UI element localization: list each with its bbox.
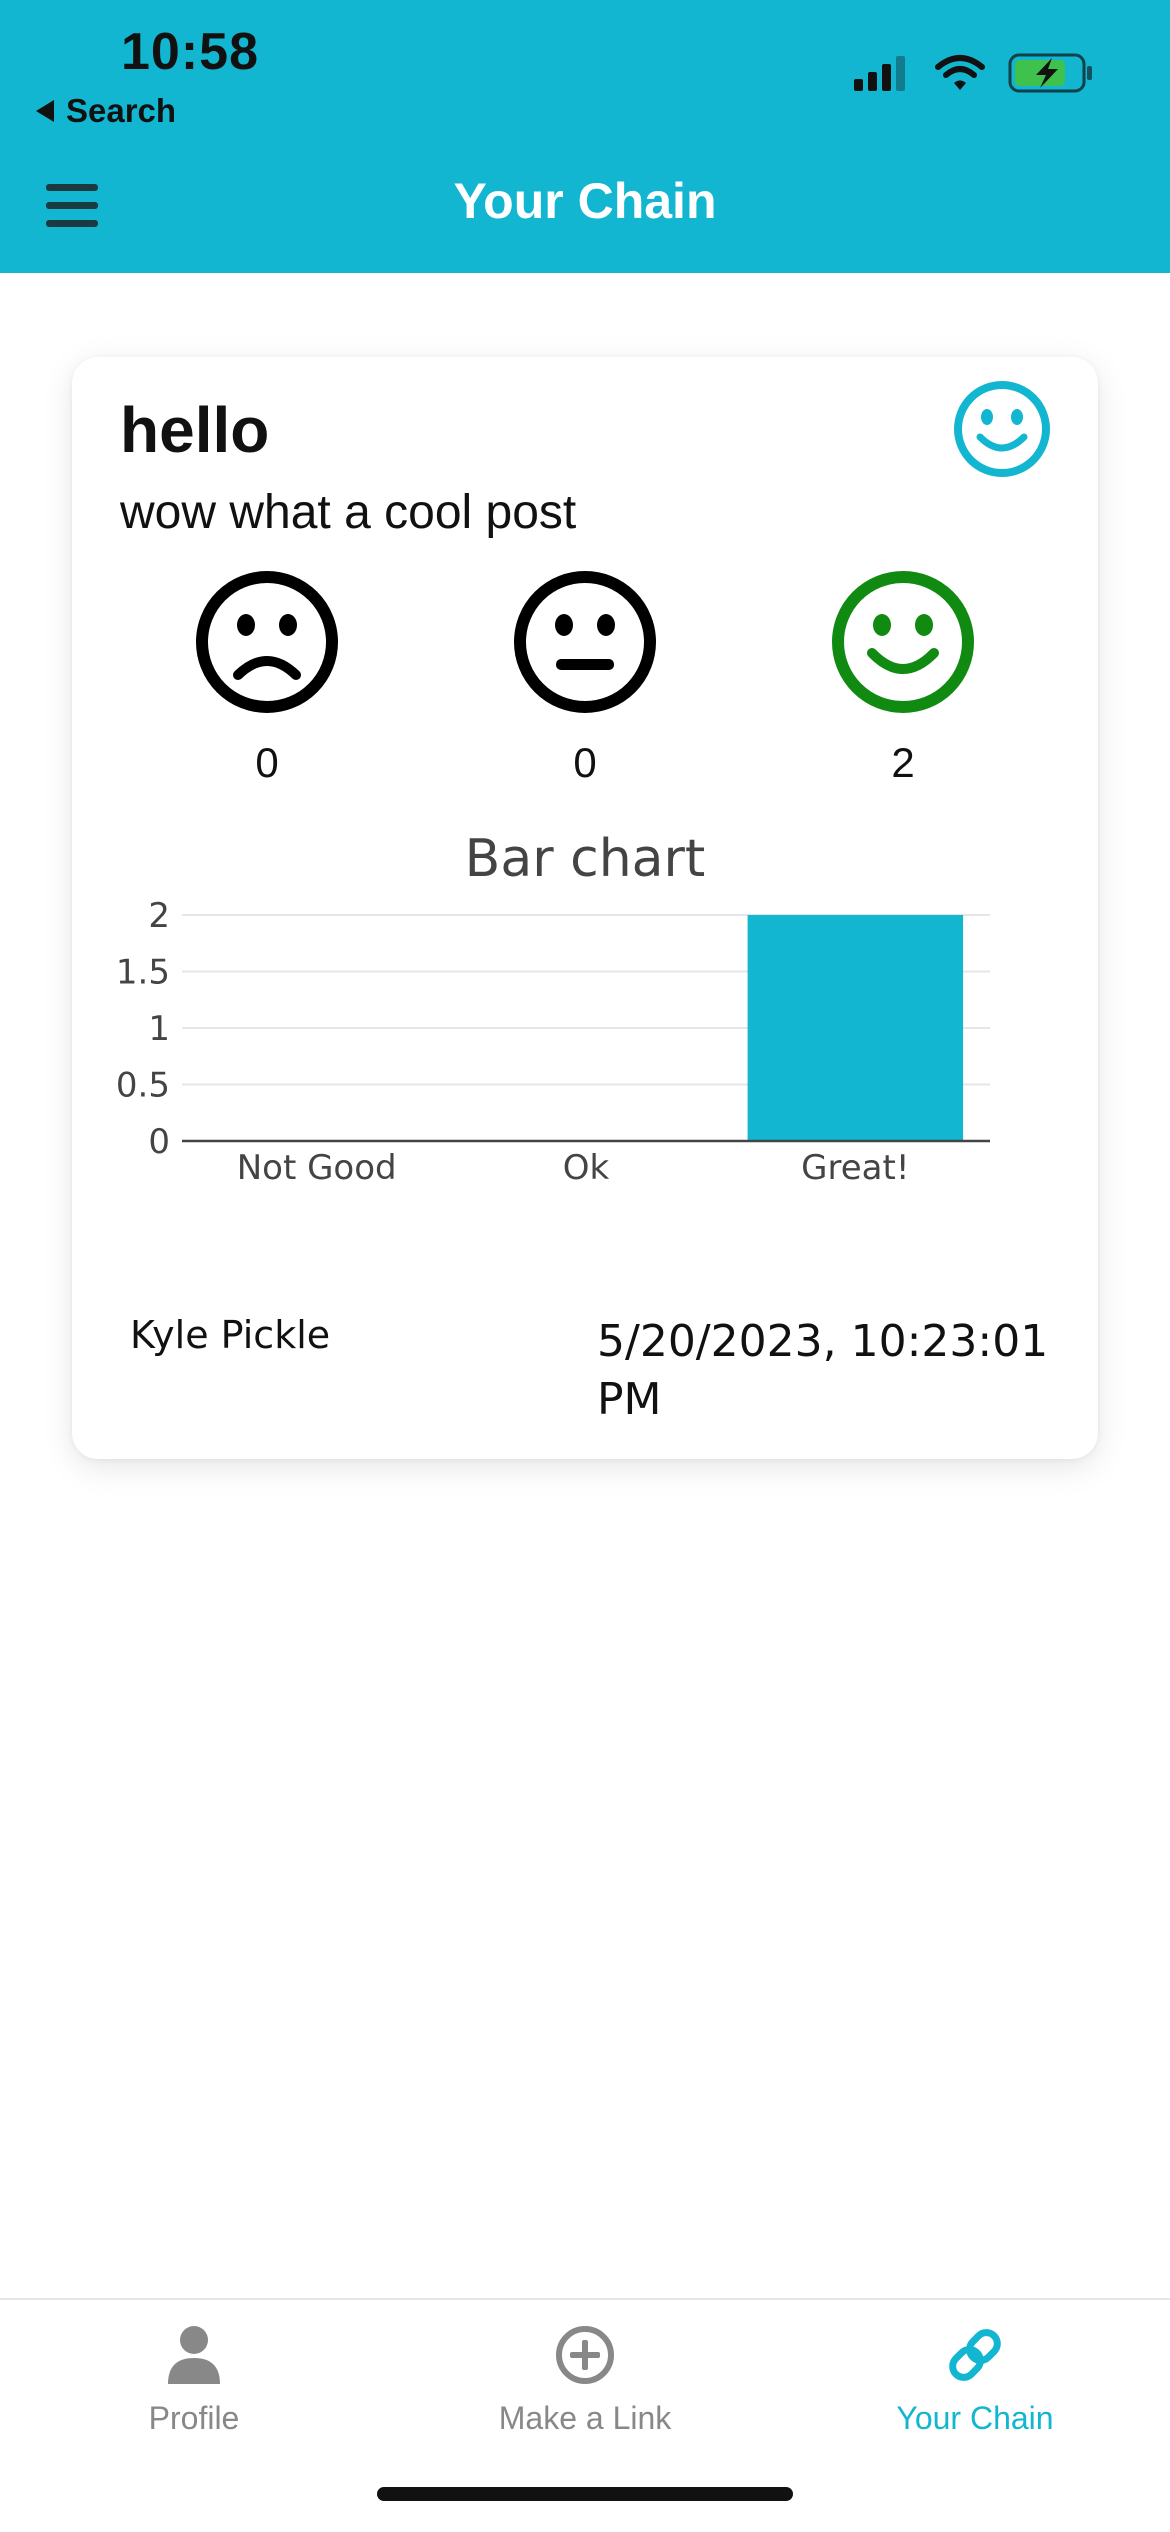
tab-label: Profile <box>148 2400 240 2436</box>
y-tick-label: 2 <box>148 896 170 936</box>
x-tick-label: Not Good <box>237 1148 397 1188</box>
wifi-icon <box>935 55 985 90</box>
y-tick-label: 1.5 <box>116 953 170 993</box>
mood-great[interactable]: 2 <box>828 569 978 787</box>
status-time: 10:58 <box>121 23 259 81</box>
y-tick-label: 0.5 <box>116 1066 170 1106</box>
post-title: hello <box>120 394 270 466</box>
plus-circle-icon <box>556 2326 614 2384</box>
post-timestamp: 5/20/2023, 10:23:01 PM <box>597 1316 1049 1425</box>
post-author: Kyle Pickle <box>130 1313 331 1357</box>
page-title: Your Chain <box>453 173 717 229</box>
post-body: wow what a cool post <box>120 486 577 539</box>
tab-make-a-link[interactable]: Make a Link <box>435 2324 735 2437</box>
chart-bar <box>747 915 964 1141</box>
frown-face-icon <box>196 571 338 713</box>
tab-your-chain[interactable]: Your Chain <box>825 2324 1125 2437</box>
link-icon <box>949 2329 1001 2381</box>
back-triangle-icon <box>36 100 54 122</box>
status-icons <box>852 52 1094 94</box>
bar-chart: Bar chart 0 0.5 1 1.5 2 Not Good Ok Great! <box>72 817 1098 1247</box>
battery-charging-icon <box>1008 53 1092 93</box>
x-tick-label: Ok <box>563 1148 610 1188</box>
smile-icon <box>954 381 1050 477</box>
person-icon <box>168 2326 220 2384</box>
mood-count: 0 <box>573 739 597 786</box>
mood-ok[interactable]: 0 <box>510 569 660 787</box>
mood-count: 0 <box>255 739 279 786</box>
cellular-signal-icon <box>854 56 905 91</box>
mood-count: 2 <box>891 739 915 786</box>
app-header: 10:58 Search Your Chain <box>0 0 1170 273</box>
back-to-search-button[interactable]: Search <box>36 92 176 130</box>
bar-chart-plot: 0 0.5 1 1.5 2 Not Good Ok Great! <box>116 896 990 1188</box>
tab-profile[interactable]: Profile <box>44 2324 344 2437</box>
back-label: Search <box>66 92 177 129</box>
neutral-face-icon <box>514 571 656 713</box>
tab-label: Your Chain <box>896 2400 1054 2436</box>
home-indicator <box>377 2487 793 2501</box>
y-tick-label: 1 <box>148 1009 170 1049</box>
post-card: hello wow what a cool post 0 0 2 Bar cha… <box>72 357 1098 1459</box>
screen: 10:58 Search Your Chain hello wow what a… <box>0 0 1170 2532</box>
smile-face-icon <box>832 571 974 713</box>
mood-not-good[interactable]: 0 <box>192 569 342 787</box>
x-tick-label: Great! <box>801 1148 909 1188</box>
react-button[interactable] <box>952 379 1052 479</box>
y-tick-label: 0 <box>148 1122 170 1162</box>
tab-label: Make a Link <box>498 2400 672 2436</box>
